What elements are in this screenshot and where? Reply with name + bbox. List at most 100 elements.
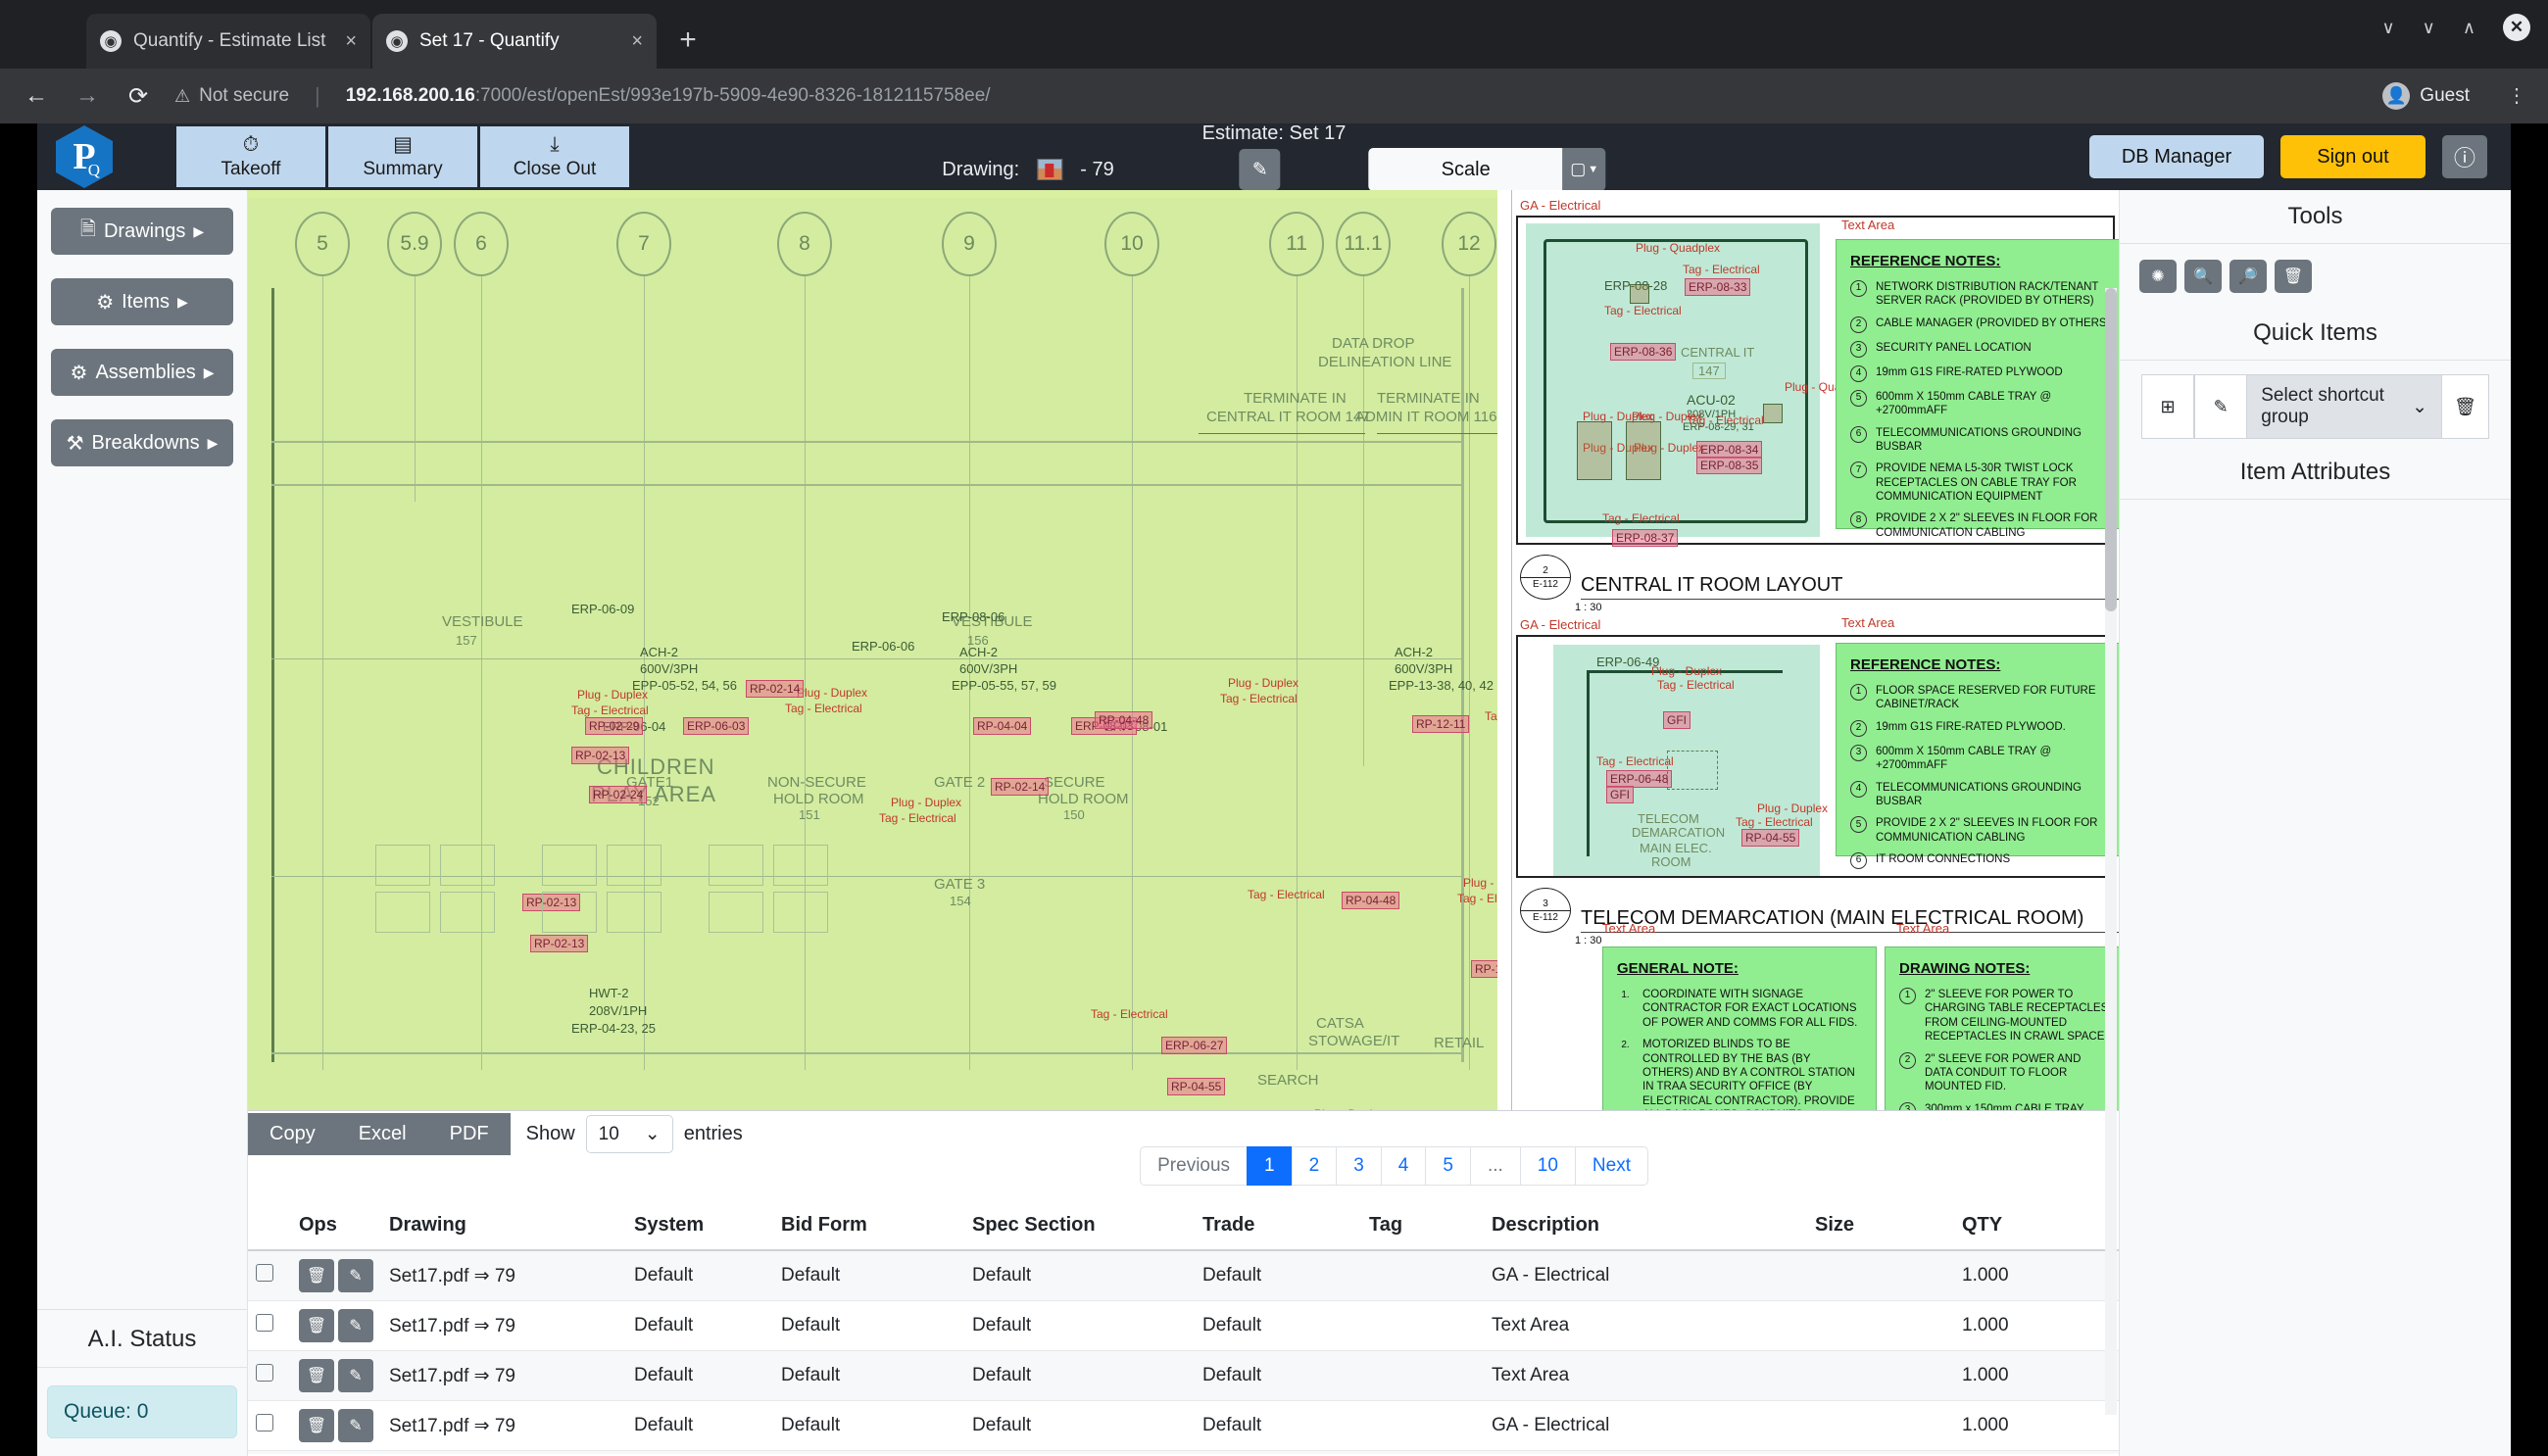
row-edit-button[interactable]: ✎ [338, 1409, 373, 1442]
canvas-scrollbar[interactable] [2105, 288, 2117, 1415]
takeoff-tag[interactable]: ERP-08-35 [1696, 457, 1762, 474]
row-delete-button[interactable]: 🗑 [299, 1309, 334, 1342]
pdf-button[interactable]: PDF [428, 1113, 511, 1155]
table-row[interactable]: 🗑✎ Set17.pdf ⇒ 79 Default Default Defaul… [248, 1401, 2119, 1451]
reload-icon[interactable]: ⟳ [123, 82, 153, 111]
pagination-page-2[interactable]: 2 [1292, 1146, 1338, 1186]
row-select-cell[interactable] [248, 1451, 291, 1455]
help-icon[interactable]: ⓘ [2442, 135, 2487, 178]
takeoff-tag[interactable]: ERP-06-27 [1161, 1037, 1227, 1054]
takeoff-tag[interactable]: ERP-08-36 [1610, 343, 1676, 361]
delete-quick-item-button[interactable]: 🗑 [2441, 374, 2489, 439]
scale-dropdown-button[interactable]: ▢▼ [1563, 148, 1606, 191]
row-edit-button[interactable]: ✎ [338, 1259, 373, 1292]
col-description[interactable]: Description [1484, 1205, 1807, 1250]
sidebar-item-breakdowns[interactable]: ⚒ Breakdowns ▶ [51, 419, 233, 466]
profile-button[interactable]: 👤 Guest [2382, 82, 2470, 110]
scrollbar-thumb[interactable] [2105, 288, 2117, 611]
measure-network-icon[interactable]: ✺ [2139, 260, 2177, 293]
col-spec-section[interactable]: Spec Section [964, 1205, 1195, 1250]
col-bid-form[interactable]: Bid Form [773, 1205, 964, 1250]
app-logo[interactable]: P Q [37, 123, 131, 190]
drawing-thumbnail-icon[interactable] [1037, 159, 1062, 180]
row-select-cell[interactable] [248, 1401, 291, 1451]
close-window-icon[interactable]: ✕ [2503, 14, 2530, 41]
pagination-page-4[interactable]: 4 [1381, 1146, 1427, 1186]
row-select-cell[interactable] [248, 1351, 291, 1401]
excel-button[interactable]: Excel [337, 1113, 428, 1155]
table-row[interactable]: 🗑✎ Set17.pdf ⇒ 79 Default Default Defaul… [248, 1301, 2119, 1351]
tab-close-out[interactable]: ⤓ Close Out [480, 126, 629, 187]
col-tag[interactable]: Tag [1361, 1205, 1484, 1250]
pagination-next[interactable]: Next [1575, 1146, 1648, 1186]
edit-drawing-button[interactable]: ✎ [1240, 149, 1281, 190]
row-select-cell[interactable] [248, 1250, 291, 1301]
restore-icon[interactable]: ∨ [2423, 18, 2435, 38]
detail-drawing-1[interactable]: Plug - Quadplex Tag - Electrical ERP-08-… [1516, 216, 2115, 545]
copy-button[interactable]: Copy [248, 1113, 337, 1155]
takeoff-tag[interactable]: ERP-06-03 [683, 717, 749, 735]
add-quick-item-button[interactable]: ⊞ [2141, 374, 2194, 439]
maximize-icon[interactable]: ∧ [2463, 18, 2475, 38]
row-checkbox[interactable] [256, 1314, 273, 1332]
col-system[interactable]: System [626, 1205, 773, 1250]
pagination-page-1[interactable]: 1 [1247, 1146, 1293, 1186]
minimize-icon[interactable]: ∨ [2381, 18, 2394, 38]
takeoff-tag[interactable]: RP-04-04 [973, 717, 1031, 735]
col-size[interactable]: Size [1807, 1205, 1954, 1250]
takeoff-tag[interactable]: RP-02-13 [571, 747, 629, 764]
col-ops[interactable]: Ops [291, 1205, 381, 1250]
sign-out-button[interactable]: Sign out [2280, 135, 2426, 178]
delete-icon[interactable]: 🗑 [2275, 260, 2312, 293]
shortcut-group-select[interactable]: Select shortcut group ⌄ [2247, 374, 2441, 439]
row-delete-button[interactable]: 🗑 [299, 1259, 334, 1292]
takeoff-tag[interactable]: GFI [1663, 711, 1690, 729]
col-trade[interactable]: Trade [1195, 1205, 1361, 1250]
floor-plan[interactable]: 5 5.9 6 7 8 9 10 11 11.1 12 [248, 190, 1497, 1111]
sidebar-item-drawings[interactable]: 🗎 Drawings ▶ [51, 208, 233, 255]
takeoff-tag[interactable]: RP-04-48 [1342, 892, 1399, 909]
takeoff-tag[interactable]: ERP-08-33 [1685, 278, 1750, 296]
page-length-select[interactable]: 10 ⌄ [586, 1115, 673, 1153]
sidebar-item-items[interactable]: ⚙ Items ▶ [51, 278, 233, 325]
security-indicator[interactable]: ⚠ Not secure [174, 85, 289, 107]
tab-summary[interactable]: ▤ Summary [328, 126, 477, 187]
row-select-cell[interactable] [248, 1301, 291, 1351]
drawing-canvas[interactable]: 5 5.9 6 7 8 9 10 11 11.1 12 [248, 190, 2119, 1111]
forward-icon[interactable]: → [73, 82, 102, 110]
pagination-previous[interactable]: Previous [1140, 1146, 1248, 1186]
takeoff-tag[interactable]: RP-14-50 [1471, 960, 1497, 978]
pagination-page-3[interactable]: 3 [1336, 1146, 1382, 1186]
takeoff-tag[interactable]: RP-04-48 [1095, 711, 1152, 729]
row-delete-button[interactable]: 🗑 [299, 1359, 334, 1392]
takeoff-tag[interactable]: RP-02-24 [589, 786, 647, 803]
detail-views-panel[interactable]: GA - Electrical Plug - Quadplex Tag - El… [1511, 190, 2119, 1111]
zoom-out-icon[interactable]: 🔎 [2230, 260, 2267, 293]
takeoff-tag[interactable]: RP-04-55 [1167, 1078, 1225, 1095]
browser-tab-1[interactable]: ◉ Quantify - Estimate List × [86, 14, 370, 69]
takeoff-tag[interactable]: RP-02-14 [746, 680, 804, 698]
takeoff-tag[interactable]: GFI [1606, 786, 1634, 803]
sidebar-item-assemblies[interactable]: ⚙ Assemblies ▶ [51, 349, 233, 396]
row-checkbox[interactable] [256, 1414, 273, 1432]
table-row[interactable]: 🗑✎ Set17.pdf ⇒ 79 Default Default Defaul… [248, 1250, 2119, 1301]
col-qty[interactable]: QTY [1954, 1205, 2119, 1250]
scale-button[interactable]: Scale [1369, 148, 1563, 191]
zoom-in-icon[interactable]: 🔍 [2184, 260, 2222, 293]
table-row[interactable]: 🗑✎ Set17.pdf ⇒ 79 Default Default Defaul… [248, 1351, 2119, 1401]
tab-close-icon[interactable]: × [631, 31, 643, 51]
takeoff-tag[interactable]: RP-02-14 [991, 778, 1049, 796]
row-checkbox[interactable] [256, 1364, 273, 1382]
pagination-page-5[interactable]: 5 [1425, 1146, 1471, 1186]
pagination-page-10[interactable]: 10 [1520, 1146, 1576, 1186]
takeoff-tag[interactable]: ERP-08-37 [1612, 529, 1678, 547]
takeoff-tag[interactable]: RP-02-29 [585, 717, 643, 735]
edit-quick-item-button[interactable]: ✎ [2194, 374, 2247, 439]
row-checkbox[interactable] [256, 1264, 273, 1282]
new-tab-button[interactable]: + [668, 24, 708, 57]
address-bar[interactable]: 192.168.200.16:7000/est/openEst/993e197b… [346, 85, 991, 107]
tab-close-icon[interactable]: × [345, 31, 357, 51]
takeoff-tag[interactable]: RP-04-55 [1741, 829, 1799, 847]
browser-tab-2[interactable]: ◉ Set 17 - Quantify × [372, 14, 657, 69]
db-manager-button[interactable]: DB Manager [2089, 135, 2264, 178]
